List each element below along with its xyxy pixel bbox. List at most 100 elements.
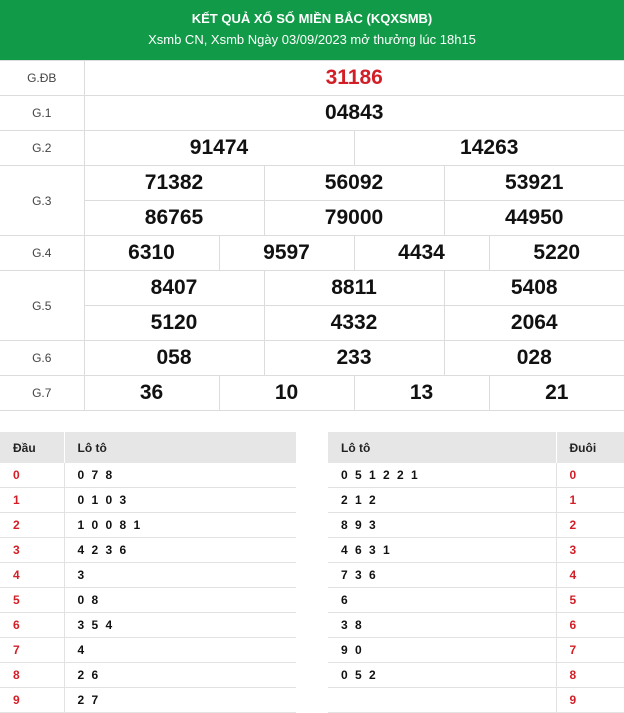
- prize-number: 4434: [353, 235, 490, 271]
- table-row: 21 0 0 8 1: [0, 512, 296, 538]
- loto-values: 2 6: [64, 662, 296, 688]
- table-row: 92 7: [0, 687, 296, 713]
- loto-values: 0 5 1 2 2 1: [328, 463, 556, 488]
- table-row: 8 9 32: [328, 512, 624, 538]
- dau-digit: 6: [0, 612, 65, 638]
- dau-header: Đầu: [0, 432, 65, 463]
- dau-digit: 0: [0, 463, 65, 488]
- prize-label: G.7: [0, 375, 85, 411]
- table-row: 0 5 1 2 2 10: [328, 463, 624, 488]
- loto-values: 9 0: [328, 637, 556, 663]
- table-row: 50 8: [0, 587, 296, 613]
- prize-row-g2: G.2 91474 14263: [0, 130, 624, 166]
- table-row: 74: [0, 637, 296, 663]
- table-row: 34 2 3 6: [0, 537, 296, 563]
- table-row: 4 6 3 13: [328, 537, 624, 563]
- loto-values: [328, 687, 556, 713]
- prize-number: 86765: [83, 200, 265, 236]
- results-title: KẾT QUẢ XỔ SỐ MIỀN BẮC (KQXSMB): [191, 11, 433, 26]
- table-row: 82 6: [0, 662, 296, 688]
- loto-section: Đầu Lô tô 00 7 810 1 0 321 0 0 8 134 2 3…: [0, 432, 624, 713]
- prize-label: G.6: [0, 340, 85, 376]
- loto-values: 4 6 3 1: [328, 537, 556, 563]
- dau-digit: 9: [0, 687, 65, 713]
- prize-label: G.4: [0, 235, 85, 271]
- results-header: KẾT QUẢ XỔ SỐ MIỀN BẮC (KQXSMB) Xsmb CN,…: [0, 0, 624, 60]
- prize-row-g4: G.4 6310 9597 4434 5220: [0, 235, 624, 271]
- loto-values: 1 0 0 8 1: [64, 512, 296, 538]
- loto-values: 3: [64, 562, 296, 588]
- dau-digit: 3: [0, 537, 65, 563]
- prize-number: 6310: [83, 235, 220, 271]
- prize-number: 21: [488, 375, 624, 411]
- prize-number: 53921: [443, 165, 624, 201]
- prize-number: 13: [353, 375, 490, 411]
- loto-values: 4: [64, 637, 296, 663]
- table-row: 10 1 0 3: [0, 487, 296, 513]
- table-row: 43: [0, 562, 296, 588]
- duoi-digit: 0: [555, 463, 624, 488]
- duoi-digit: 1: [555, 487, 624, 513]
- duoi-digit: 3: [555, 537, 624, 563]
- prize-number: 5120: [83, 305, 265, 341]
- prize-row-g6: G.6 058 233 028: [0, 340, 624, 376]
- dau-digit: 8: [0, 662, 65, 688]
- loto-values: 4 2 3 6: [64, 537, 296, 563]
- loto-values: 0 8: [64, 587, 296, 613]
- dau-table: Đầu Lô tô 00 7 810 1 0 321 0 0 8 134 2 3…: [0, 432, 296, 713]
- prize-number: 5408: [443, 270, 624, 306]
- duoi-digit: 8: [555, 662, 624, 688]
- loto-values: 6: [328, 587, 556, 613]
- duoi-digit: 7: [555, 637, 624, 663]
- prize-row-gdb: G.ĐB 31186: [0, 60, 624, 96]
- duoi-table: Lô tô Đuôi 0 5 1 2 2 102 1 218 9 324 6 3…: [328, 432, 624, 713]
- prize-number: 8407: [83, 270, 265, 306]
- duoi-digit: 2: [555, 512, 624, 538]
- prize-number: 14263: [353, 130, 624, 166]
- loto-values: 8 9 3: [328, 512, 556, 538]
- prize-number: 71382: [83, 165, 265, 201]
- loto-values: 3 8: [328, 612, 556, 638]
- prize-row-g3: G.3 71382 56092 53921: [0, 165, 624, 236]
- table-row: 00 7 8: [0, 463, 296, 488]
- table-row: 7 3 64: [328, 562, 624, 588]
- prize-number: 10: [218, 375, 355, 411]
- prize-number: 9597: [218, 235, 355, 271]
- prize-number: 91474: [83, 130, 355, 166]
- prize-number: 8811: [263, 270, 445, 306]
- prize-number: 2064: [443, 305, 624, 341]
- duoi-header: Đuôi: [556, 432, 624, 463]
- prize-number: 058: [83, 340, 265, 376]
- prize-number: 5220: [488, 235, 624, 271]
- prize-label: G.3: [0, 165, 85, 236]
- table-row: 9: [328, 687, 624, 713]
- prize-number: 04843: [83, 95, 624, 131]
- loto-header: Lô tô: [64, 432, 296, 463]
- table-row: 63 5 4: [0, 612, 296, 638]
- loto-values: 0 5 2: [328, 662, 556, 688]
- dau-digit: 2: [0, 512, 65, 538]
- prize-row-g5: G.5 8407 8811 5408: [0, 270, 624, 341]
- duoi-digit: 9: [555, 687, 624, 713]
- loto-values: 3 5 4: [64, 612, 296, 638]
- dau-digit: 7: [0, 637, 65, 663]
- prize-number: 028: [443, 340, 624, 376]
- prize-number: 56092: [263, 165, 445, 201]
- prize-number: 233: [263, 340, 445, 376]
- dau-digit: 5: [0, 587, 65, 613]
- loto-values: 2 1 2: [328, 487, 556, 513]
- duoi-digit: 6: [555, 612, 624, 638]
- prize-number: 4332: [263, 305, 445, 341]
- prize-number: 36: [83, 375, 220, 411]
- duoi-digit: 5: [555, 587, 624, 613]
- table-row: 65: [328, 587, 624, 613]
- dau-digit: 4: [0, 562, 65, 588]
- results-table: G.ĐB 31186 G.1 04843 G.2 91474 14263 G.3…: [0, 60, 624, 411]
- loto-values: 7 3 6: [328, 562, 556, 588]
- prize-label: G.2: [0, 130, 85, 166]
- loto-values: 0 7 8: [64, 463, 296, 488]
- loto-header: Lô tô: [328, 432, 557, 463]
- results-subtitle: Xsmb CN, Xsmb Ngày 03/09/2023 mở thưởng …: [148, 32, 476, 47]
- prize-row-g3b: 86765 79000 44950: [0, 200, 624, 236]
- prize-number: 44950: [443, 200, 624, 236]
